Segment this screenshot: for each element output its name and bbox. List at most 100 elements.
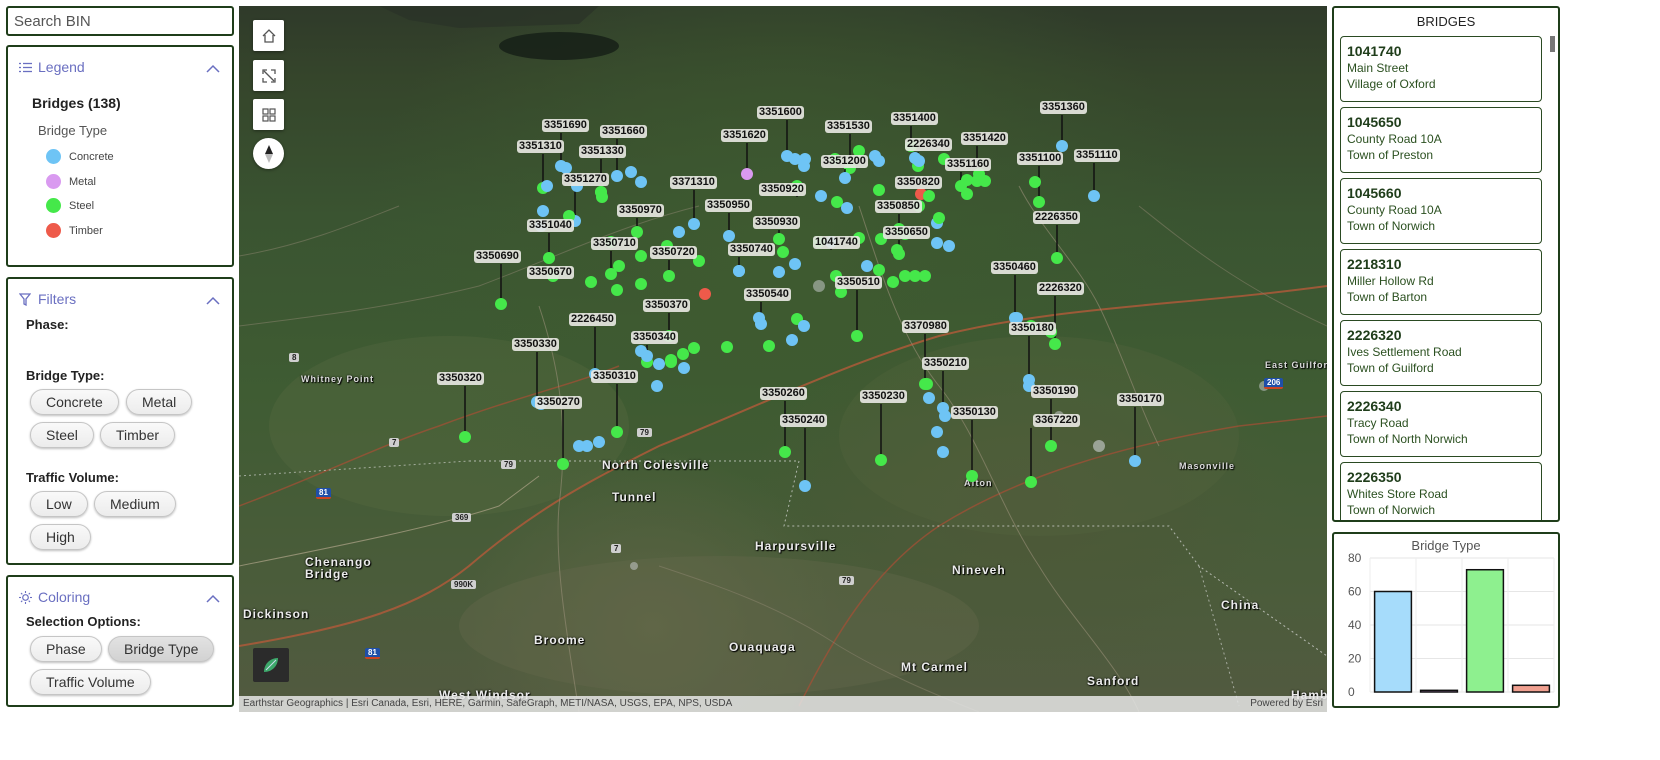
- bridge-marker[interactable]: [777, 246, 789, 258]
- bar-steel[interactable]: [1465, 568, 1505, 693]
- bridge-marker[interactable]: [641, 350, 653, 362]
- bridge-marker[interactable]: [939, 410, 951, 422]
- filters-header[interactable]: Filters: [18, 289, 222, 309]
- bridge-marker[interactable]: [861, 260, 873, 272]
- powered-by-text[interactable]: Powered by Esri: [1250, 698, 1323, 710]
- bridge-marker[interactable]: [1033, 196, 1045, 208]
- bridge-marker[interactable]: [557, 458, 569, 470]
- fullscreen-button[interactable]: [253, 60, 284, 91]
- bridge-marker[interactable]: [961, 188, 973, 200]
- bridge-marker[interactable]: [763, 340, 775, 352]
- filter-metal-button[interactable]: Metal: [126, 389, 193, 415]
- bridge-marker[interactable]: [798, 160, 810, 172]
- bridge-marker[interactable]: [678, 362, 690, 374]
- bridge-marker[interactable]: [543, 252, 555, 264]
- filter-low-button[interactable]: Low: [30, 491, 88, 517]
- bridge-marker[interactable]: [753, 312, 765, 324]
- bridge-marker[interactable]: [585, 276, 597, 288]
- bridge-marker[interactable]: [611, 170, 623, 182]
- bridge-marker[interactable]: [779, 446, 791, 458]
- bridge-marker[interactable]: [688, 218, 700, 230]
- bridge-marker[interactable]: [873, 264, 885, 276]
- bar-timber[interactable]: [1511, 684, 1551, 693]
- bridge-marker[interactable]: [798, 320, 810, 332]
- bridge-marker[interactable]: [673, 226, 685, 238]
- bridge-marker[interactable]: [1025, 476, 1037, 488]
- bridge-marker[interactable]: [875, 454, 887, 466]
- bridge-marker[interactable]: [815, 190, 827, 202]
- bridge-marker[interactable]: [966, 470, 978, 482]
- bridge-marker[interactable]: [581, 440, 593, 452]
- bridge-marker[interactable]: [663, 270, 675, 282]
- bridge-marker[interactable]: [653, 358, 665, 370]
- bridge-card[interactable]: 2226350 Whites Store Road Town of Norwich: [1340, 462, 1542, 520]
- search-bin-input[interactable]: [6, 6, 234, 36]
- bridge-card[interactable]: 2226340 Tracy Road Town of North Norwich: [1340, 391, 1542, 457]
- bridge-marker[interactable]: [1129, 455, 1141, 467]
- bridge-marker[interactable]: [773, 266, 785, 278]
- home-button[interactable]: [253, 20, 284, 51]
- bridge-marker[interactable]: [1045, 440, 1057, 452]
- bridge-marker[interactable]: [625, 166, 637, 178]
- bridge-marker[interactable]: [596, 191, 608, 203]
- bridge-marker[interactable]: [923, 392, 935, 404]
- bridge-marker[interactable]: [789, 258, 801, 270]
- bridge-marker[interactable]: [841, 202, 853, 214]
- bridge-card[interactable]: 1045650 County Road 10A Town of Preston: [1340, 107, 1542, 173]
- bridge-marker[interactable]: [891, 244, 903, 256]
- compass-button[interactable]: [253, 138, 284, 169]
- bridge-card[interactable]: 2218310 Miller Hollow Rd Town of Barton: [1340, 249, 1542, 315]
- bar-metal[interactable]: [1419, 689, 1459, 693]
- bridge-marker[interactable]: [923, 190, 935, 202]
- bridge-marker[interactable]: [913, 155, 925, 167]
- bridge-marker[interactable]: [937, 446, 949, 458]
- bridge-marker[interactable]: [665, 356, 677, 368]
- bridge-marker[interactable]: [839, 172, 851, 184]
- bar-concrete[interactable]: [1373, 590, 1413, 693]
- map-view[interactable]: North Colesville Tunnel Harpursville Nin…: [239, 6, 1327, 712]
- filter-high-button[interactable]: High: [30, 524, 91, 550]
- coloring-traffic-volume-button[interactable]: Traffic Volume: [30, 669, 151, 695]
- bridge-marker[interactable]: [723, 230, 735, 242]
- bridge-card[interactable]: 1045660 County Road 10A Town of Norwich: [1340, 178, 1542, 244]
- chevron-up-icon[interactable]: [206, 590, 220, 606]
- bridge-marker[interactable]: [887, 276, 899, 288]
- coloring-phase-button[interactable]: Phase: [30, 636, 102, 662]
- filter-medium-button[interactable]: Medium: [94, 491, 176, 517]
- bridge-marker[interactable]: [931, 237, 943, 249]
- coloring-header[interactable]: Coloring: [18, 587, 222, 607]
- bridge-marker[interactable]: [921, 378, 933, 390]
- bridge-marker[interactable]: [961, 174, 973, 186]
- bridge-card[interactable]: 2226320 Ives Settlement Road Town of Guilf…: [1340, 320, 1542, 386]
- bridge-marker[interactable]: [611, 426, 623, 438]
- chevron-up-icon[interactable]: [206, 292, 220, 308]
- bridges-scrollbar[interactable]: [1550, 36, 1555, 52]
- bridge-marker[interactable]: [1029, 176, 1041, 188]
- bridge-card[interactable]: 1041740 Main Street Village of Oxford: [1340, 36, 1542, 102]
- bridge-marker[interactable]: [799, 480, 811, 492]
- bridge-marker[interactable]: [919, 270, 931, 282]
- bridge-marker[interactable]: [943, 240, 955, 252]
- bridge-marker[interactable]: [635, 250, 647, 262]
- bridge-marker[interactable]: [541, 180, 553, 192]
- bridge-marker[interactable]: [831, 196, 843, 208]
- bridge-marker[interactable]: [677, 348, 689, 360]
- bridge-marker[interactable]: [593, 436, 605, 448]
- bridge-marker[interactable]: [537, 205, 549, 217]
- chevron-up-icon[interactable]: [206, 60, 220, 76]
- bridge-marker[interactable]: [873, 184, 885, 196]
- bridge-marker[interactable]: [459, 431, 471, 443]
- bridge-marker[interactable]: [495, 298, 507, 310]
- bridge-marker[interactable]: [613, 260, 625, 272]
- bridge-marker[interactable]: [1049, 338, 1061, 350]
- bridge-marker[interactable]: [773, 233, 785, 245]
- filter-steel-button[interactable]: Steel: [30, 422, 94, 448]
- bridge-marker[interactable]: [733, 265, 745, 277]
- bridge-marker[interactable]: [851, 330, 863, 342]
- basemap-gallery-button[interactable]: [253, 99, 284, 130]
- bridge-marker[interactable]: [635, 176, 647, 188]
- bridge-marker[interactable]: [699, 288, 711, 300]
- bridge-marker[interactable]: [931, 426, 943, 438]
- bridge-marker[interactable]: [786, 334, 798, 346]
- bridge-marker[interactable]: [635, 278, 647, 290]
